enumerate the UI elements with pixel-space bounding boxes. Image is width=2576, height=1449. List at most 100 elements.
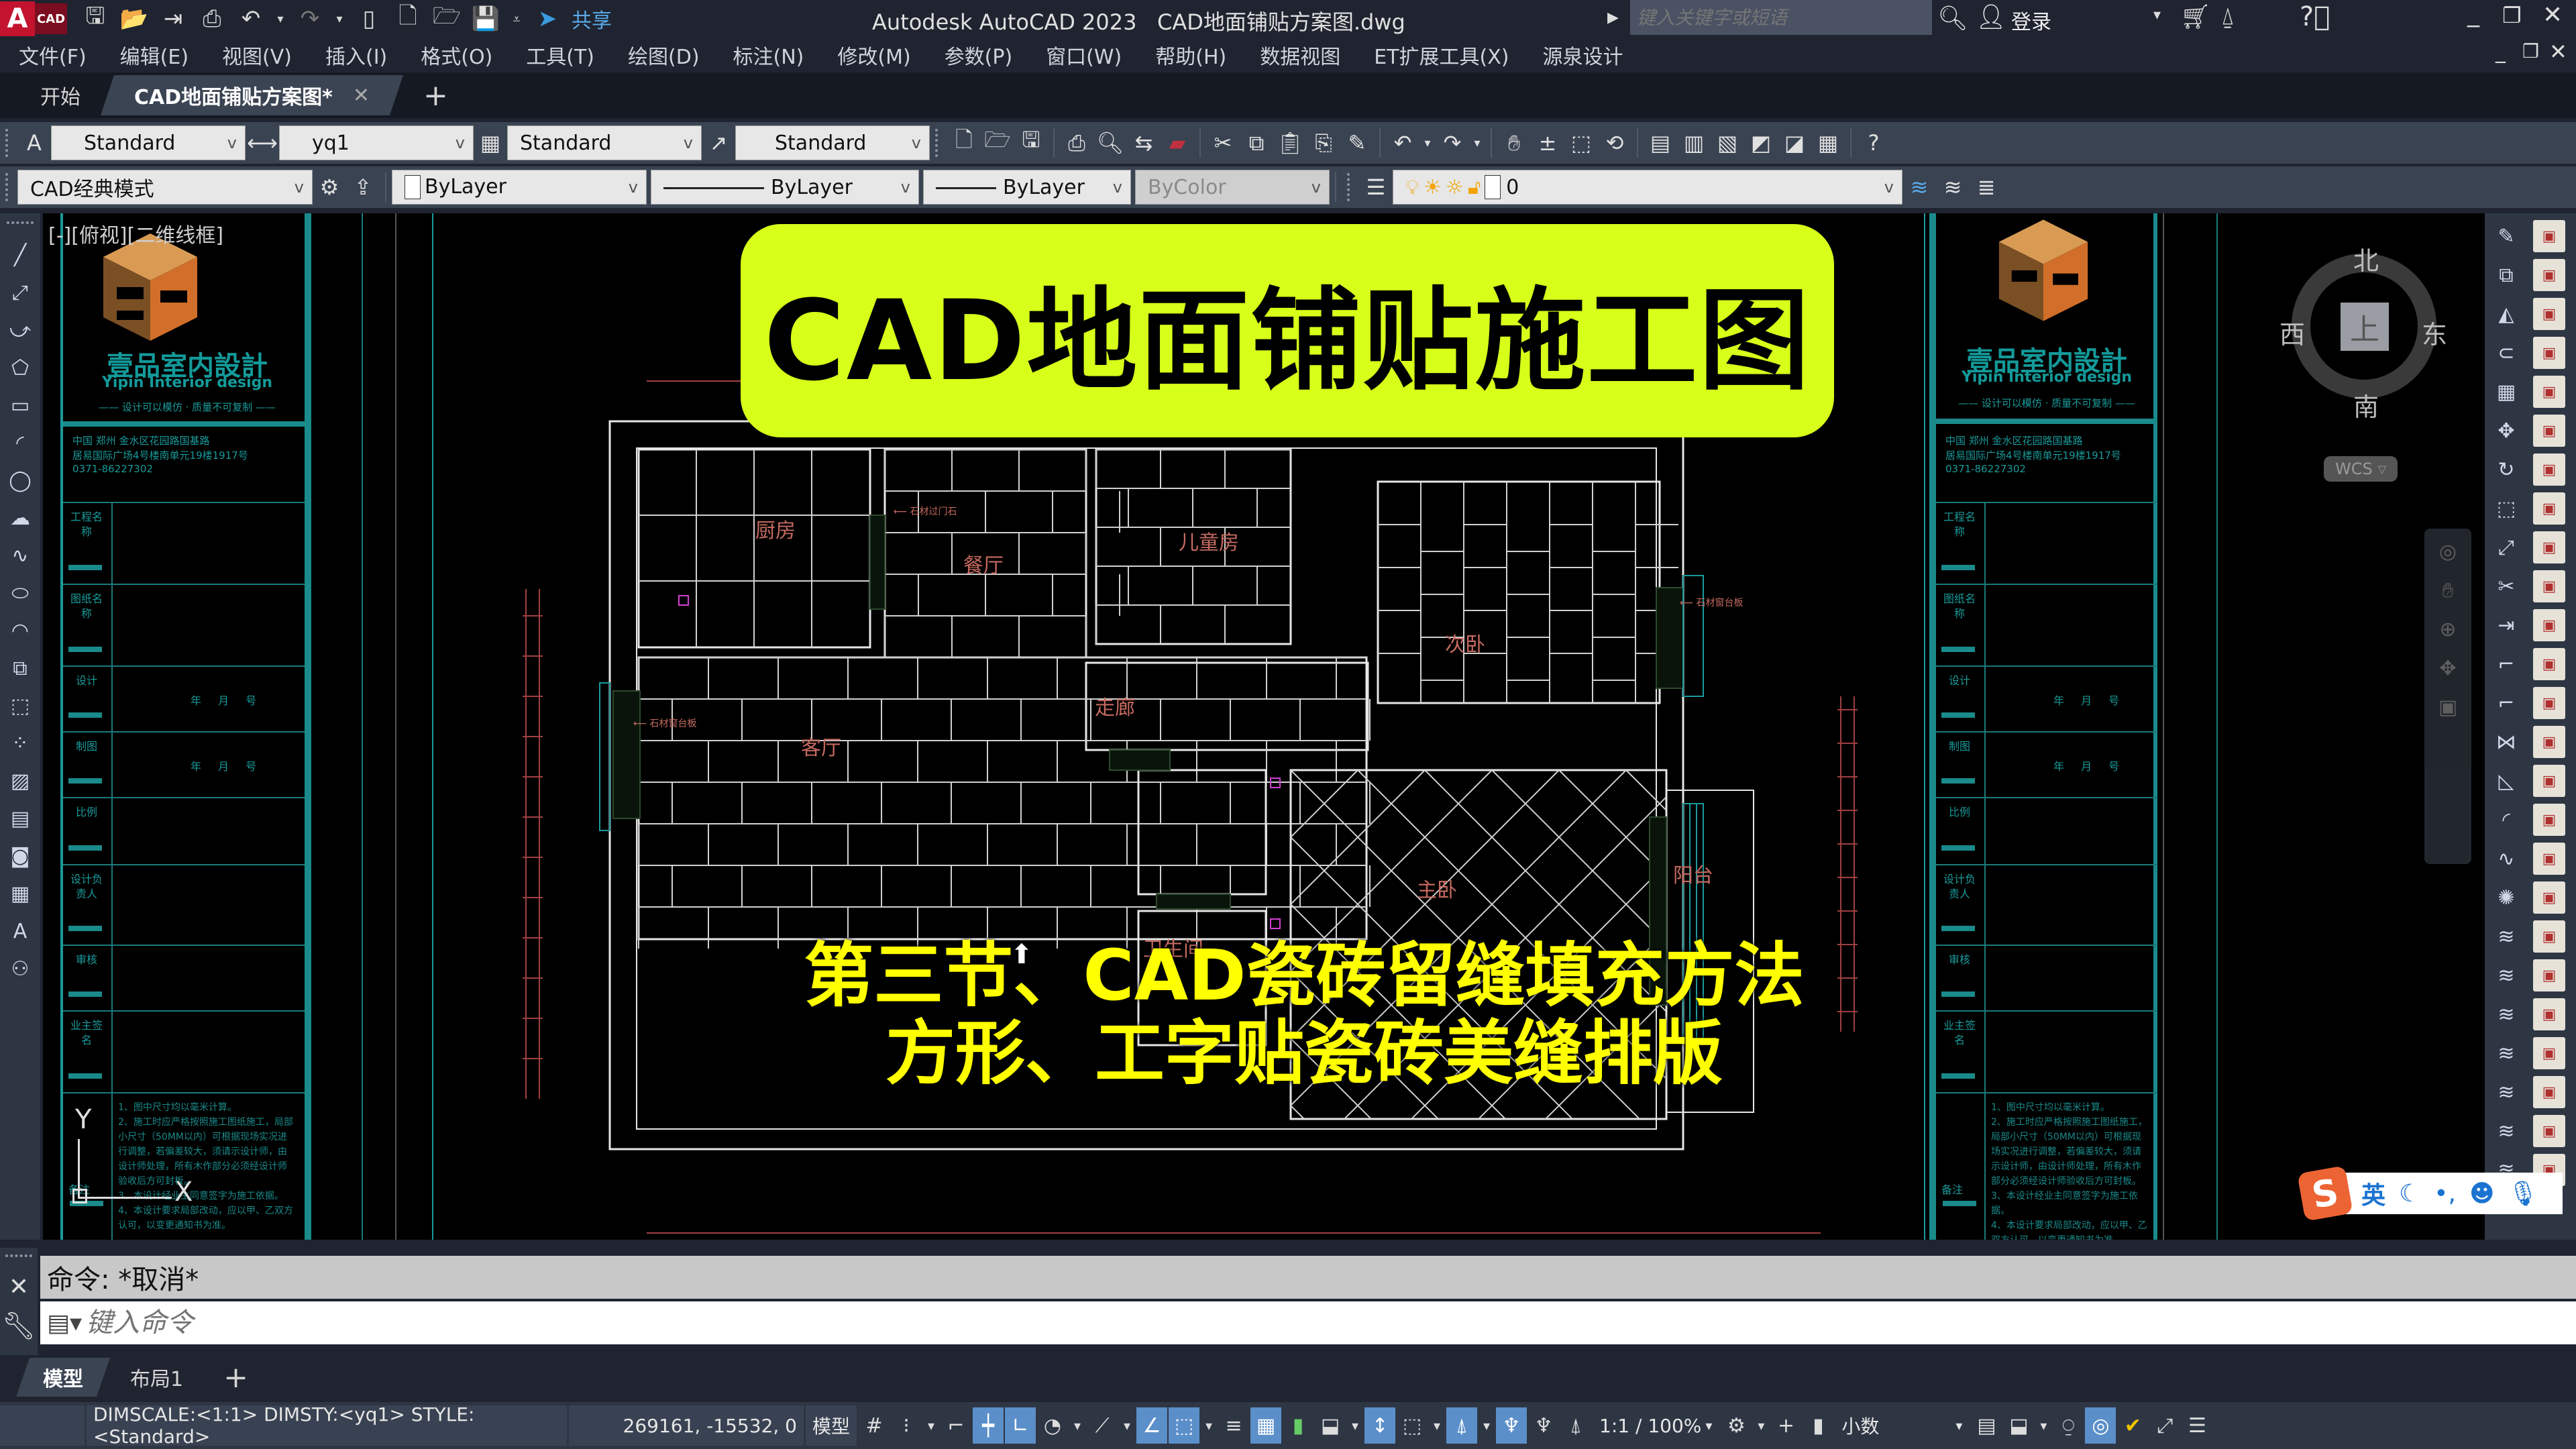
share-label[interactable]: 共享 (572, 4, 612, 34)
layer-match-icon[interactable]: ≋ (2490, 959, 2522, 991)
selection-filter-dropdown-icon[interactable]: ▾ (1429, 1407, 1445, 1444)
text-style-icon[interactable]: A (20, 129, 48, 157)
user-icon[interactable]: 👤︎ (1976, 3, 2006, 31)
snap-icon[interactable]: ⁝ (891, 1407, 922, 1444)
units-select[interactable]: 小数 ▾ (1835, 1405, 1969, 1446)
paste-icon[interactable]: 📋︎ (1276, 129, 1304, 157)
open-icon[interactable]: 📂 (119, 4, 149, 34)
rectangle-icon[interactable]: ▭ (4, 389, 36, 421)
join-icon[interactable]: ⋈ (2490, 726, 2522, 758)
block-editor-icon[interactable]: ✎ (1343, 129, 1371, 157)
redo-dropdown-icon[interactable]: ▾ (334, 4, 345, 34)
toolbar-grip[interactable] (5, 129, 12, 157)
explode-icon[interactable]: ✺ (2490, 881, 2522, 914)
zoom-previous-icon[interactable]: ⟲ (1601, 129, 1629, 157)
window-tools-icon[interactable]: ▣ (2533, 843, 2565, 875)
isodraft-icon[interactable]: ⟋ (1087, 1407, 1118, 1444)
lineweight-icon[interactable]: ≡ (1218, 1407, 1249, 1444)
menu-item[interactable]: 视图(V) (222, 40, 292, 70)
isolate-objects-icon[interactable]: ⍜ (2053, 1407, 2084, 1444)
plot-tools-icon[interactable]: ▣ (2533, 609, 2565, 641)
toolbar-grip[interactable] (5, 1254, 32, 1267)
pan-icon[interactable]: ✋︎ (1500, 129, 1528, 157)
compass-east[interactable]: 东 (2422, 314, 2447, 351)
units-icon[interactable]: ▮ (1803, 1407, 1833, 1444)
viewcube-top-face[interactable]: 上 (2341, 303, 2389, 351)
blend-icon[interactable]: ∿ (2490, 843, 2522, 875)
mirror-icon[interactable]: ◭ (2490, 298, 2522, 330)
region-icon[interactable]: ◙ (4, 840, 36, 872)
lock-ui-dropdown-icon[interactable]: ▾ (2035, 1407, 2051, 1444)
batch-tools-icon[interactable]: ▣ (2533, 1037, 2565, 1069)
polar-icon[interactable]: ◔ (1037, 1407, 1068, 1444)
search-expand-icon[interactable]: ▶ (1607, 9, 1619, 26)
3d-osnap-icon[interactable]: ⬓ (1315, 1407, 1346, 1444)
search-icon[interactable]: 🔍︎ (1937, 4, 1968, 32)
ellipse-icon[interactable]: ⬭ (4, 577, 36, 609)
print-icon[interactable]: ⎙ (197, 4, 227, 34)
insert-block-icon[interactable]: ⧉ (4, 652, 36, 684)
open-folder-icon[interactable]: 🗁 (432, 3, 462, 34)
circle-icon[interactable]: ◯ (4, 464, 36, 496)
scale-icon[interactable]: ⬚ (2490, 492, 2522, 525)
layer-select[interactable]: 💡︎ ☀ ☼ 🔓︎ 0 v (1393, 170, 1902, 205)
menu-item[interactable]: 标注(N) (733, 40, 804, 70)
layer-properties-icon[interactable]: ☰ (1362, 173, 1390, 201)
copy-object-icon[interactable]: ⧉ (2490, 259, 2522, 291)
move-icon[interactable]: ✥ (2490, 415, 2522, 447)
menu-item[interactable]: 工具(T) (526, 40, 594, 70)
layer-previous-icon[interactable]: ≋ (1939, 173, 1967, 201)
cn-en-icon[interactable]: ▣ (2533, 376, 2565, 408)
gizmo-dropdown-icon[interactable]: ▾ (1479, 1407, 1495, 1444)
open-icon[interactable]: 🗁 (983, 127, 1012, 157)
close-tab-icon[interactable]: ✕ (353, 84, 370, 107)
redo-icon[interactable]: ↷ (1438, 129, 1466, 157)
ime-language-toggle[interactable]: 英 (2361, 1176, 2385, 1211)
polygon-icon[interactable]: ⬠ (4, 352, 36, 384)
sheet-set-icon[interactable]: ◩ (1747, 129, 1775, 157)
annotation-scale-icon[interactable]: ⍋ (1560, 1407, 1591, 1444)
break-icon[interactable]: ⌐ (2490, 687, 2522, 719)
workspace-save-icon[interactable]: ⇪ (349, 173, 377, 201)
layer-color-icon[interactable]: ▣ (2533, 259, 2565, 291)
infer-constraints-icon[interactable]: ⌐ (941, 1407, 971, 1444)
undo-dropdown-icon[interactable]: ▾ (1422, 129, 1433, 157)
export-tools-icon[interactable]: ▣ (2533, 1076, 2565, 1108)
workspace-select[interactable]: CAD经典模式 v (17, 170, 313, 205)
menu-item[interactable]: 文件(F) (19, 40, 87, 70)
lisp-tools-icon[interactable]: ▣ (2533, 570, 2565, 602)
menu-item[interactable]: 帮助(H) (1155, 40, 1226, 70)
text-style-select[interactable]: Standard v (51, 125, 246, 160)
menu-item[interactable]: 插入(I) (325, 40, 387, 70)
ime-toolbar[interactable]: S 英 ☾ •, ☻ 🎙︎ (2297, 1165, 2563, 1222)
cart-icon[interactable]: 🛒︎ (2180, 3, 2211, 31)
title-tools-icon[interactable]: ▣ (2533, 959, 2565, 991)
table-icon[interactable]: ▦ (4, 877, 36, 910)
ime-voice-icon[interactable]: 🎙︎ (2508, 1179, 2539, 1208)
annotation-scale-select[interactable]: 1:1 / 100% ▾ (1593, 1405, 1719, 1446)
table-style-icon[interactable]: ▦ (476, 129, 504, 157)
sogou-logo-icon[interactable]: S (2297, 1165, 2353, 1222)
make-block-icon[interactable]: ⬚ (4, 690, 36, 722)
revision-cloud-icon[interactable]: ☁︎ (4, 502, 36, 534)
layer-states-icon[interactable]: ≣ (1972, 173, 2000, 201)
stair-tools-icon[interactable]: ▣ (2533, 881, 2565, 914)
dim-tools-icon[interactable]: ▣ (2533, 492, 2565, 525)
search-input[interactable] (1637, 6, 1925, 29)
ortho-icon[interactable]: ∟ (1005, 1407, 1036, 1444)
table-style-select[interactable]: Standard v (507, 125, 702, 160)
mleader-style-icon[interactable]: ↗ (704, 129, 733, 157)
menu-item[interactable]: 参数(P) (945, 40, 1013, 70)
workspace-dropdown-icon[interactable]: ▾ (1753, 1407, 1769, 1444)
viewport-controls-label[interactable]: [-][俯视][二维线框] (48, 219, 223, 248)
table-tools-icon[interactable]: ▣ (2533, 687, 2565, 719)
zoom-realtime-icon[interactable]: ± (1534, 129, 1562, 157)
line-tool-icon[interactable]: ╱ (4, 239, 36, 271)
stretch-icon[interactable]: ⤢ (2490, 531, 2522, 564)
menu-item[interactable]: 数据视图 (1260, 40, 1340, 70)
auto-scale-icon[interactable]: ♆ (1528, 1407, 1559, 1444)
layer-lock-icon[interactable]: ≋ (2490, 1115, 2522, 1147)
menu-item[interactable]: 修改(M) (837, 40, 910, 70)
layer-iso-icon[interactable]: ≋ (2490, 998, 2522, 1030)
snap-dropdown-icon[interactable]: ▾ (923, 1407, 939, 1444)
